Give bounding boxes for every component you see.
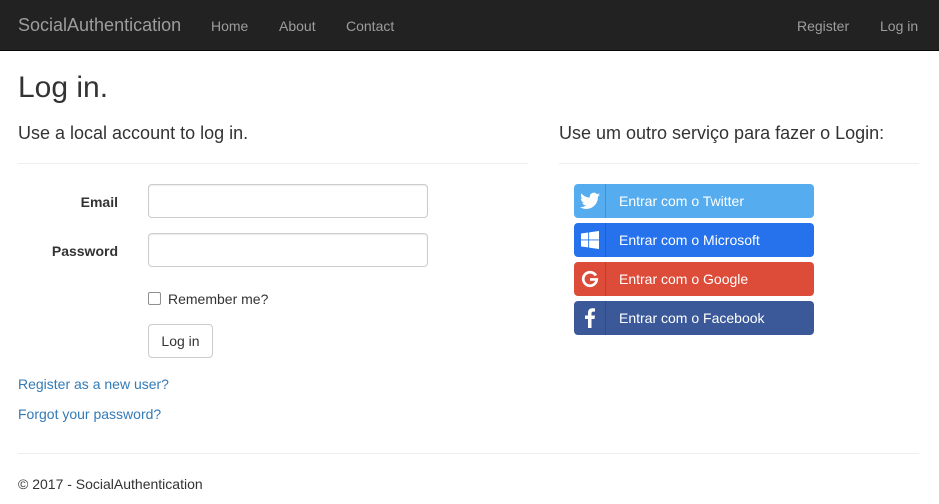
register-new-user-link[interactable]: Register as a new user?	[18, 375, 169, 393]
nav-register-link[interactable]: Register	[797, 17, 849, 35]
facebook-login-button[interactable]: Entrar com o Facebook	[574, 301, 814, 335]
twitter-login-button[interactable]: Entrar com o Twitter	[574, 184, 814, 218]
windows-icon	[574, 223, 606, 257]
local-login-divider	[18, 163, 528, 164]
page-title: Log in.	[18, 71, 109, 104]
remember-me-checkbox[interactable]	[148, 292, 161, 305]
nav-about-link[interactable]: About	[279, 17, 316, 35]
local-login-heading: Use a local account to log in.	[18, 123, 249, 143]
forgot-password-link[interactable]: Forgot your password?	[18, 405, 161, 423]
brand-link[interactable]: SocialAuthentication	[18, 15, 181, 35]
email-field[interactable]	[148, 184, 428, 218]
nav-contact-link[interactable]: Contact	[346, 17, 394, 35]
external-login-divider	[559, 163, 919, 164]
footer-divider	[18, 453, 919, 454]
footer-copyright: © 2017 - SocialAuthentication	[18, 476, 203, 492]
twitter-login-label: Entrar com o Twitter	[619, 193, 745, 209]
google-icon	[574, 262, 606, 296]
external-login-heading: Use um outro serviço para fazer o Login:	[559, 123, 885, 143]
password-field[interactable]	[148, 233, 428, 267]
password-label: Password	[51, 243, 118, 259]
microsoft-login-button[interactable]: Entrar com o Microsoft	[574, 223, 814, 257]
facebook-icon	[574, 301, 606, 335]
remember-me-label[interactable]: Remember me?	[168, 290, 268, 308]
email-label: Email	[80, 194, 118, 210]
nav-login-link[interactable]: Log in	[880, 17, 918, 35]
nav-home-link[interactable]: Home	[211, 17, 248, 35]
google-login-label: Entrar com o Google	[619, 271, 749, 287]
microsoft-login-label: Entrar com o Microsoft	[619, 232, 760, 248]
google-login-button[interactable]: Entrar com o Google	[574, 262, 814, 296]
login-submit-button[interactable]: Log in	[148, 324, 213, 358]
twitter-icon	[574, 184, 606, 218]
facebook-login-label: Entrar com o Facebook	[619, 310, 765, 326]
top-navbar: SocialAuthentication Home About Contact …	[0, 0, 939, 51]
